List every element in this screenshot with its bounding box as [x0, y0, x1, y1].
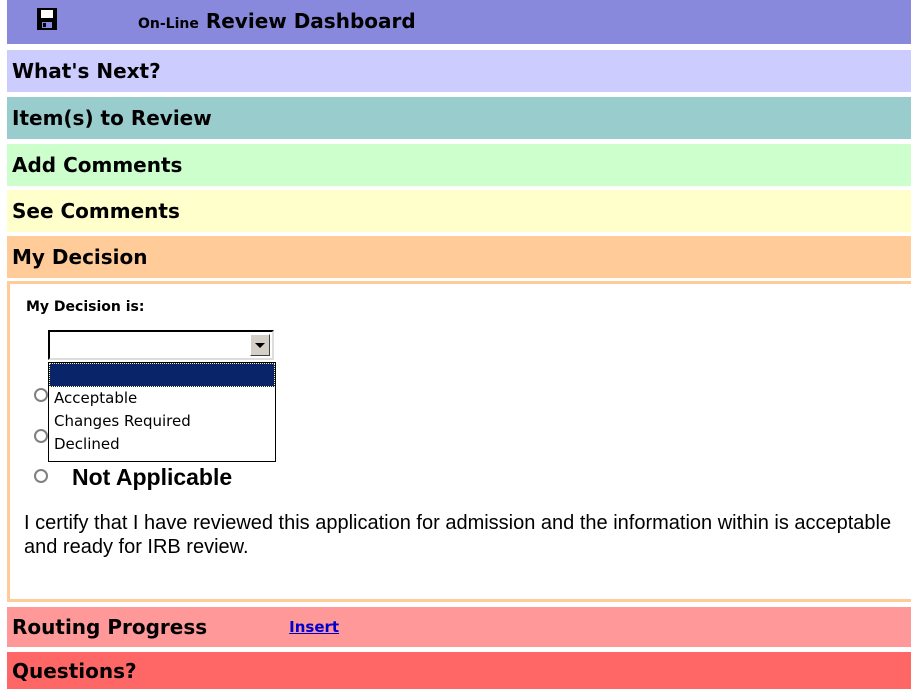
section-routing-progress[interactable]: Routing Progress Insert: [7, 607, 911, 647]
page-title: On-Line Review Dashboard: [138, 9, 416, 33]
section-my-decision[interactable]: My Decision: [7, 236, 911, 278]
section-add-comments-label: Add Comments: [12, 153, 183, 177]
dropdown-option-changes-required[interactable]: Changes Required: [49, 410, 275, 433]
decision-label: My Decision is:: [26, 299, 145, 315]
section-see-comments-label: See Comments: [12, 199, 180, 223]
section-routing-progress-label: Routing Progress: [12, 615, 208, 639]
radio-not-applicable-label: Not Applicable: [72, 464, 233, 490]
dropdown-option-blank[interactable]: [49, 363, 275, 387]
section-whats-next[interactable]: What's Next?: [7, 50, 911, 92]
section-add-comments[interactable]: Add Comments: [7, 144, 911, 186]
section-see-comments[interactable]: See Comments: [7, 190, 911, 232]
radio-acceptable[interactable]: [34, 388, 48, 402]
insert-link[interactable]: Insert: [289, 618, 339, 636]
page-title-prefix: On-Line: [138, 16, 199, 32]
decision-panel: My Decision is: Acceptable Changes Requi…: [7, 281, 911, 602]
dropdown-option-acceptable[interactable]: Acceptable: [49, 387, 275, 410]
section-my-decision-label: My Decision: [12, 245, 148, 269]
dropdown-option-declined[interactable]: Declined: [49, 433, 275, 456]
decision-select[interactable]: [48, 330, 274, 360]
chevron-down-icon[interactable]: [250, 334, 270, 356]
page-title-main: Review Dashboard: [205, 9, 416, 33]
section-items-to-review-label: Item(s) to Review: [12, 106, 212, 130]
dashboard-header: On-Line Review Dashboard: [7, 0, 911, 44]
certification-text: I certify that I have reviewed this appl…: [24, 512, 892, 558]
radio-changes-required[interactable]: [34, 429, 48, 443]
section-questions[interactable]: Questions?: [7, 652, 911, 689]
section-questions-label: Questions?: [12, 658, 137, 683]
decision-dropdown-list: Acceptable Changes Required Declined: [48, 362, 276, 462]
floppy-disk-icon[interactable]: [37, 8, 57, 30]
section-whats-next-label: What's Next?: [12, 59, 161, 83]
section-items-to-review[interactable]: Item(s) to Review: [7, 97, 911, 139]
radio-not-applicable[interactable]: [34, 469, 48, 483]
